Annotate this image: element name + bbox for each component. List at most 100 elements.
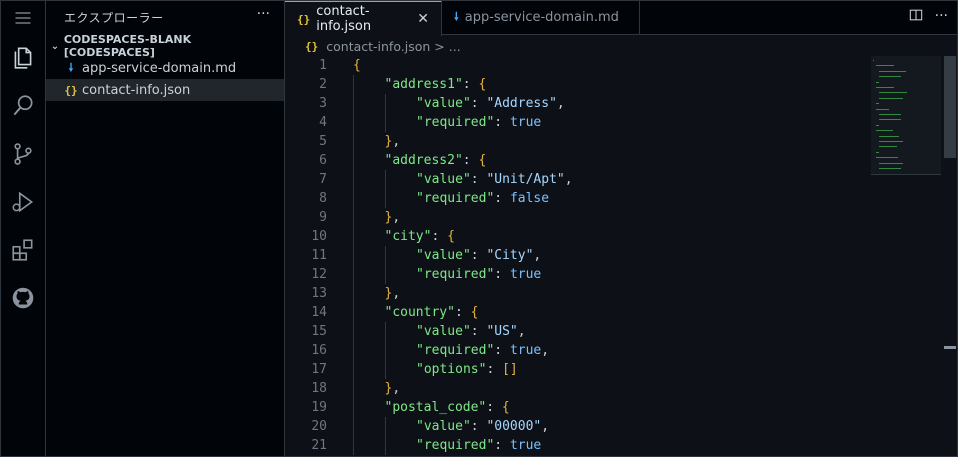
indent-guide xyxy=(353,379,354,398)
activity-github[interactable] xyxy=(0,278,46,318)
code-line[interactable]: 16 "required": true, xyxy=(285,341,875,360)
code-line[interactable]: 18}, xyxy=(285,379,875,398)
split-editor-icon[interactable] xyxy=(909,8,923,22)
code-token: "value" xyxy=(416,172,471,187)
indent-guide xyxy=(353,170,354,189)
line-number: 18 xyxy=(311,381,327,396)
code-text: }, xyxy=(385,132,401,151)
code-token: true xyxy=(509,343,542,358)
code-token: { xyxy=(353,58,361,73)
indent-guide xyxy=(384,322,386,341)
close-icon[interactable]: ✕ xyxy=(417,11,429,27)
code-text: }, xyxy=(385,379,401,398)
code-text: }, xyxy=(385,284,401,303)
code-line[interactable]: 12 "required": true xyxy=(285,265,875,284)
code-token: { xyxy=(478,153,487,168)
code-line[interactable]: 1{ xyxy=(285,56,875,75)
code-line[interactable]: 8 "required": false xyxy=(285,189,875,208)
file-item-contact-info[interactable]: {} contact-info.json xyxy=(46,79,284,101)
minimap-line xyxy=(876,124,879,126)
line-number: 4 xyxy=(319,115,327,130)
code-line[interactable]: 3 "value": "Address", xyxy=(285,94,875,113)
markdown-icon: 🠗 xyxy=(68,60,74,74)
breadcrumb-file[interactable]: contact-info.json xyxy=(326,39,430,54)
code-line[interactable]: 6 "address2": { xyxy=(285,151,875,170)
editor-more-actions-button[interactable]: ··· xyxy=(935,8,948,24)
code-token: "required" xyxy=(416,343,495,358)
breadcrumb-symbol[interactable]: ... xyxy=(449,39,461,54)
menu-button[interactable] xyxy=(0,0,46,36)
code-token: "required" xyxy=(416,191,495,206)
code-line[interactable]: 9}, xyxy=(285,208,875,227)
code-line[interactable]: 21 "required": true xyxy=(285,436,875,455)
line-number: 15 xyxy=(311,324,327,339)
code-line[interactable]: 14 "country": { xyxy=(285,303,875,322)
code-token: : xyxy=(486,400,502,415)
activity-search[interactable] xyxy=(0,86,46,126)
indent-guide xyxy=(353,303,354,322)
code-token: "address1" xyxy=(384,77,463,92)
code-token: : xyxy=(462,153,479,168)
indent-guide xyxy=(353,322,354,341)
line-number: 16 xyxy=(311,343,327,358)
indent-guide xyxy=(353,151,354,170)
code-line[interactable]: 5}, xyxy=(285,132,875,151)
more-actions-button[interactable]: ··· xyxy=(257,6,270,22)
file-item-app-service-domain[interactable]: 🠗 app-service-domain.md xyxy=(46,57,284,79)
tab-app-service-domain[interactable]: 🠗 app-service-domain.md xyxy=(442,0,640,35)
code-token: : xyxy=(470,324,487,339)
code-line[interactable]: 7 "value": "Unit/Apt", xyxy=(285,170,875,189)
line-number: 21 xyxy=(311,438,327,453)
workspace-folder[interactable]: ⌄ CODESPACES-BLANK [CODESPACES] xyxy=(46,33,284,59)
code-line[interactable]: 4 "required": true xyxy=(285,113,875,132)
code-line[interactable]: 13}, xyxy=(285,284,875,303)
minimap-line xyxy=(876,103,879,105)
code-token: : xyxy=(494,191,510,206)
code-token: "US" xyxy=(486,324,518,339)
code-text: "address2": { xyxy=(385,151,487,170)
line-number: 9 xyxy=(319,210,327,225)
activity-source-control[interactable] xyxy=(0,134,46,174)
code-token: : xyxy=(462,77,479,92)
line-number: 3 xyxy=(319,96,327,111)
code-line[interactable]: 17 "options": [] xyxy=(285,360,875,379)
minimap[interactable] xyxy=(871,56,941,176)
line-number: 14 xyxy=(311,305,327,320)
code-text: "postal_code": { xyxy=(385,398,510,417)
vertical-scrollbar[interactable] xyxy=(944,56,956,158)
code-token: , xyxy=(533,248,542,263)
indent-guide xyxy=(384,246,386,265)
minimap-line xyxy=(876,108,889,110)
indent-guide xyxy=(353,398,354,417)
code-line[interactable]: 11 "value": "City", xyxy=(285,246,875,265)
breadcrumb-separator: > xyxy=(434,38,445,54)
line-number: 8 xyxy=(319,191,327,206)
activity-run-debug[interactable] xyxy=(0,182,46,222)
code-line[interactable]: 2 "address1": { xyxy=(285,75,875,94)
minimap-line xyxy=(879,76,902,78)
activity-explorer[interactable] xyxy=(0,38,46,78)
code-token: "value" xyxy=(416,419,471,434)
tab-contact-info[interactable]: {} contact-info.json ✕ xyxy=(285,0,442,36)
code-line[interactable]: 20 "value": "00000", xyxy=(285,417,875,436)
code-token: : xyxy=(470,172,487,187)
file-item-label: contact-info.json xyxy=(82,82,191,98)
chevron-down-icon: ⌄ xyxy=(50,40,60,52)
code-token: "country" xyxy=(384,305,455,320)
json-icon: {} xyxy=(305,39,319,53)
line-number: 10 xyxy=(311,229,327,244)
code-line[interactable]: 15 "value": "US", xyxy=(285,322,875,341)
code-token: "city" xyxy=(384,229,432,244)
code-token: "postal_code" xyxy=(384,400,487,415)
code-token: "value" xyxy=(416,96,471,111)
activity-extensions[interactable] xyxy=(0,230,46,270)
code-token: [] xyxy=(502,362,518,377)
minimap-line xyxy=(879,119,902,121)
indent-guide xyxy=(353,227,354,246)
code-line[interactable]: 10 "city": { xyxy=(285,227,875,246)
code-line[interactable]: 19 "postal_code": { xyxy=(285,398,875,417)
code-token: : xyxy=(470,248,487,263)
code-text: "city": { xyxy=(385,227,455,246)
code-text: "value": "Address", xyxy=(416,94,565,113)
indent-guide xyxy=(353,417,354,436)
